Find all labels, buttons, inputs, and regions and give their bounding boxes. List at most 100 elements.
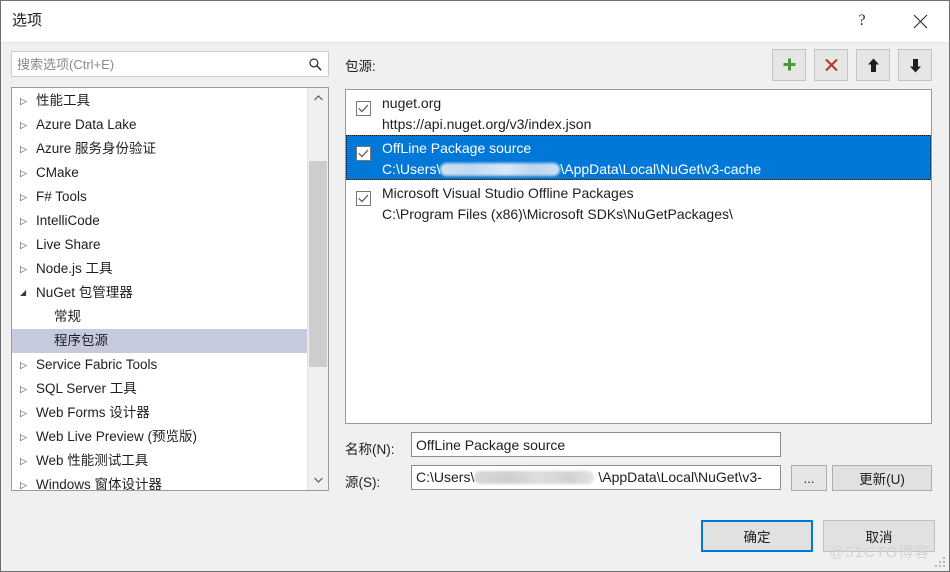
scroll-up-icon[interactable]: [308, 88, 328, 108]
tree-item-label: NuGet 包管理器: [36, 285, 133, 300]
tree-scrollbar[interactable]: [307, 88, 328, 490]
check-icon: [358, 149, 369, 158]
source-path-prefix: https://api.nuget.org/v3/index.json: [382, 116, 592, 132]
cancel-button[interactable]: 取消: [823, 520, 935, 552]
tree-item-label: CMake: [36, 165, 79, 180]
source-name: nuget.org: [382, 95, 442, 111]
tree-item[interactable]: 程序包源: [12, 329, 308, 353]
tree-item-label: Web 性能测试工具: [36, 453, 149, 468]
chevron-collapsed-icon[interactable]: ▷: [20, 185, 36, 209]
chevron-collapsed-icon[interactable]: ▷: [20, 401, 36, 425]
tree-item[interactable]: ▷ IntelliCode: [12, 209, 308, 233]
chevron-expanded-icon[interactable]: ◢: [20, 281, 36, 305]
source-enabled-checkbox[interactable]: [356, 191, 371, 206]
scroll-down-icon[interactable]: [308, 470, 328, 490]
tree-item[interactable]: ▷ F# Tools: [12, 185, 308, 209]
source-field-label: 源(S):: [345, 475, 381, 490]
tree-item[interactable]: ▷ Node.js 工具: [12, 257, 308, 281]
tree-item-label: Web Forms 设计器: [36, 405, 150, 420]
tree-item[interactable]: ▷ Web Forms 设计器: [12, 401, 308, 425]
page-title: 选项: [12, 12, 43, 29]
tree-item-label: Live Share: [36, 237, 101, 252]
move-up-button[interactable]: [856, 49, 890, 81]
tree-item[interactable]: ▷ Web 性能测试工具: [12, 449, 308, 473]
options-dialog: 选项 ? ▷性能工具▷Azure Data Lake▷Azure 服务身份验证▷…: [0, 0, 950, 572]
tree-item[interactable]: ▷ Web Live Preview (预览版): [12, 425, 308, 449]
browse-button[interactable]: ...: [791, 465, 827, 491]
close-button[interactable]: [897, 1, 943, 41]
tree-item-label: Node.js 工具: [36, 261, 113, 276]
redacted-username: [474, 471, 595, 484]
chevron-collapsed-icon[interactable]: ▷: [20, 233, 36, 257]
source-path-prefix: C:\Users\: [416, 469, 475, 485]
remove-source-button[interactable]: [814, 49, 848, 81]
source-enabled-checkbox[interactable]: [356, 101, 371, 116]
tree-item-label: SQL Server 工具: [36, 381, 137, 396]
options-tree[interactable]: ▷ 性能工具 ▷ Azure Data Lake ▷ Azure 服务身份验证 ▷ CMake…: [12, 88, 308, 491]
chevron-collapsed-icon[interactable]: ▷: [20, 137, 36, 161]
x-icon: [824, 58, 838, 71]
add-source-button[interactable]: [772, 49, 806, 81]
resize-grip-icon: [935, 557, 945, 567]
package-sources-label: 包源:: [345, 59, 376, 74]
tree-item[interactable]: ▷ 性能工具: [12, 89, 308, 113]
tree-item-label: Azure Data Lake: [36, 117, 137, 132]
source-text: OffLine Package source C:\Users\ \AppData\…: [382, 138, 927, 180]
search-input[interactable]: [12, 52, 302, 76]
tree-item[interactable]: ▷ Azure Data Lake: [12, 113, 308, 137]
tree-item-label: 常规: [54, 309, 81, 324]
chevron-collapsed-icon[interactable]: ▷: [20, 377, 36, 401]
source-input[interactable]: C:\Users\ \AppData\Local\NuGet\v3-: [411, 465, 781, 490]
name-field-label: 名称(N):: [345, 442, 395, 457]
source-path-suffix: \AppData\Local\NuGet\v3-cache: [560, 161, 762, 177]
tree-item-label: Web Live Preview (预览版): [36, 429, 198, 444]
tree-item[interactable]: ◢ NuGet 包管理器: [12, 281, 308, 305]
chevron-collapsed-icon[interactable]: ▷: [20, 89, 36, 113]
check-icon: [358, 194, 369, 203]
chevron-collapsed-icon[interactable]: ▷: [20, 473, 36, 490]
chevron-collapsed-icon[interactable]: ▷: [20, 425, 36, 449]
options-tree-panel: ▷ 性能工具 ▷ Azure Data Lake ▷ Azure 服务身份验证 ▷ CMake…: [11, 87, 329, 491]
plus-icon: [783, 58, 795, 70]
question-mark-icon: ?: [858, 12, 866, 29]
search-icon: [304, 54, 326, 74]
source-enabled-checkbox[interactable]: [356, 146, 371, 161]
source-name: OffLine Package source: [382, 140, 532, 156]
chevron-collapsed-icon[interactable]: ▷: [20, 257, 36, 281]
tree-item-label: 程序包源: [54, 333, 108, 348]
chevron-collapsed-icon[interactable]: ▷: [20, 161, 36, 185]
name-input[interactable]: [411, 432, 781, 457]
tree-item-label: Windows 窗体设计器: [36, 477, 163, 491]
help-button[interactable]: ?: [839, 1, 885, 41]
tree-item-label: Azure 服务身份验证: [36, 141, 157, 156]
source-text: nuget.org https://api.nuget.org/v3/index.…: [382, 93, 927, 135]
chevron-collapsed-icon[interactable]: ▷: [20, 113, 36, 137]
tree-item-label: 性能工具: [36, 93, 90, 108]
tree-item[interactable]: ▷ Service Fabric Tools: [12, 353, 308, 377]
ok-button[interactable]: 确定: [701, 520, 813, 552]
redacted-username: [440, 163, 561, 176]
scrollbar-thumb[interactable]: [309, 161, 327, 367]
tree-item[interactable]: ▷ CMake: [12, 161, 308, 185]
package-source-row[interactable]: Microsoft Visual Studio Offline Packages…: [346, 180, 931, 225]
chevron-collapsed-icon[interactable]: ▷: [20, 353, 36, 377]
package-source-row[interactable]: nuget.org https://api.nuget.org/v3/index.…: [346, 90, 931, 135]
tree-item[interactable]: ▷ Live Share: [12, 233, 308, 257]
move-down-button[interactable]: [898, 49, 932, 81]
tree-item-label: F# Tools: [36, 189, 87, 204]
source-path: https://api.nuget.org/v3/index.json: [382, 114, 927, 135]
arrow-up-icon: [867, 58, 879, 72]
tree-item[interactable]: ▷ SQL Server 工具: [12, 377, 308, 401]
source-path-prefix: C:\Users\: [382, 161, 441, 177]
search-box[interactable]: [11, 51, 329, 77]
close-icon: [913, 14, 927, 28]
package-sources-list[interactable]: nuget.org https://api.nuget.org/v3/index.…: [345, 89, 932, 424]
tree-item[interactable]: ▷ Azure 服务身份验证: [12, 137, 308, 161]
package-source-row[interactable]: OffLine Package source C:\Users\ \AppData\…: [346, 135, 931, 180]
chevron-collapsed-icon[interactable]: ▷: [20, 449, 36, 473]
tree-item[interactable]: 常规: [12, 305, 308, 329]
update-button[interactable]: 更新(U): [832, 465, 932, 491]
source-name: Microsoft Visual Studio Offline Packages: [382, 185, 634, 201]
chevron-collapsed-icon[interactable]: ▷: [20, 209, 36, 233]
tree-item[interactable]: ▷ Windows 窗体设计器: [12, 473, 308, 491]
